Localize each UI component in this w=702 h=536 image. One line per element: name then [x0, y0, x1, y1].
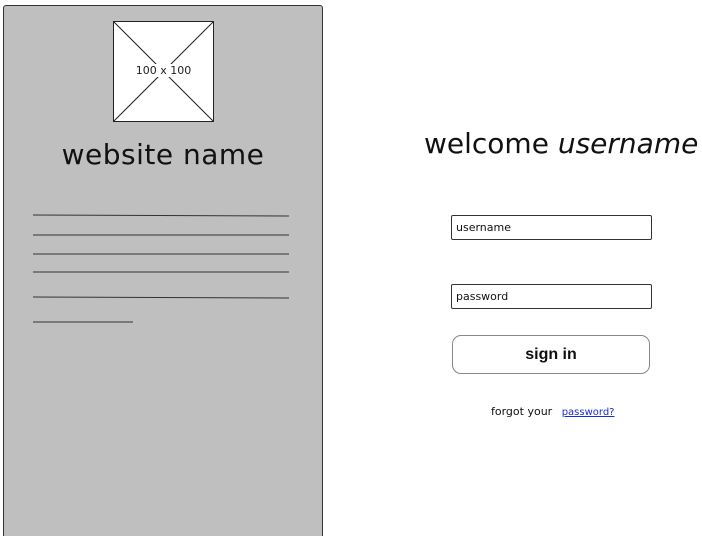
- forgot-password-link[interactable]: password?: [562, 407, 615, 418]
- password-input[interactable]: [451, 284, 652, 309]
- welcome-username: username: [557, 127, 699, 160]
- sidebar-panel: 100 x 100 website name: [3, 5, 323, 536]
- welcome-prefix: welcome: [424, 127, 549, 160]
- sign-in-button[interactable]: sign in: [452, 335, 650, 374]
- page: 100 x 100 website name welcome username …: [0, 0, 702, 536]
- text-placeholder-lines: [32, 214, 290, 323]
- forgot-prefix: forgot your: [491, 405, 553, 418]
- text-line: [32, 296, 290, 299]
- text-line: [32, 214, 290, 217]
- forgot-password-row: forgot your password?: [491, 405, 614, 418]
- welcome-heading: welcome username: [424, 127, 698, 160]
- username-input[interactable]: [451, 215, 652, 240]
